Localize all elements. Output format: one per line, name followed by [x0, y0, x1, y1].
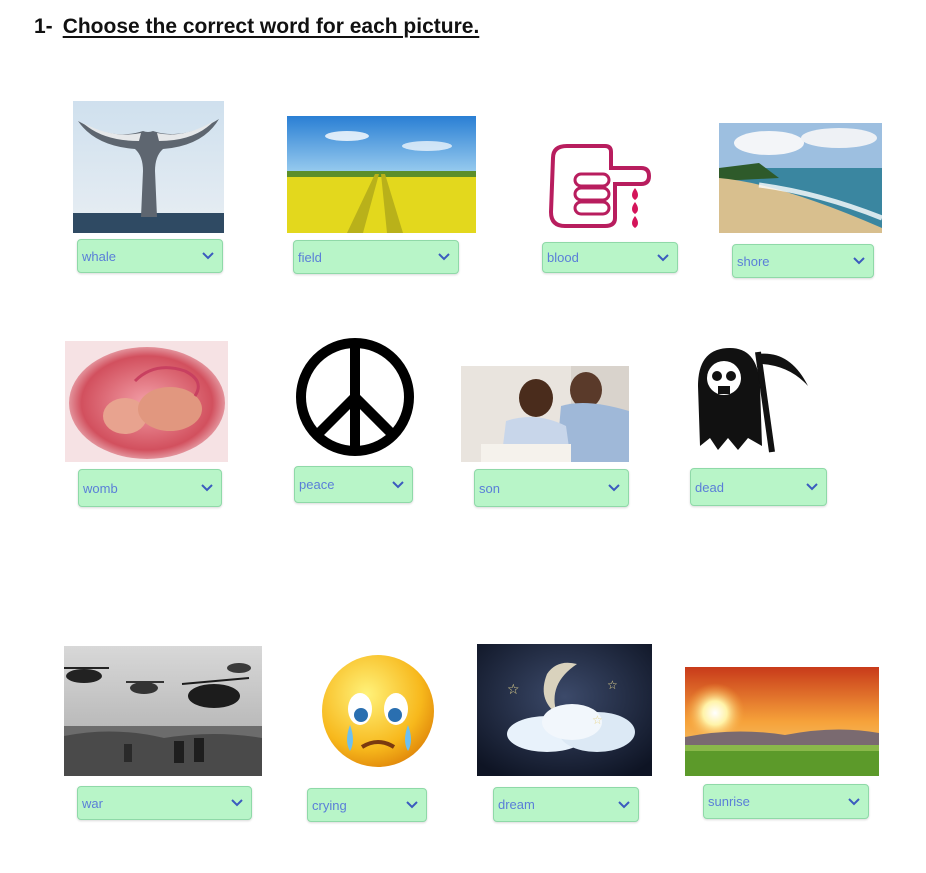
answer-select-10[interactable]: crying — [307, 788, 427, 822]
answer-select-9[interactable]: war — [77, 786, 252, 820]
field-icon — [287, 116, 476, 233]
answer-value: sunrise — [708, 794, 750, 809]
chevron-down-icon — [406, 801, 418, 809]
answer-value: son — [479, 480, 500, 496]
answer-value: womb — [83, 480, 118, 496]
svg-text:☆: ☆ — [507, 682, 520, 698]
answer-select-5[interactable]: womb — [78, 469, 222, 507]
dream-icon: ☆ ☆ ☆ — [477, 644, 652, 776]
chevron-down-icon — [201, 484, 213, 492]
answer-select-11[interactable]: dream — [493, 787, 639, 822]
answer-select-3[interactable]: blood — [542, 242, 678, 273]
chevron-down-icon — [231, 799, 243, 807]
chevron-down-icon — [438, 253, 450, 261]
peace-icon — [295, 337, 415, 457]
answer-select-1[interactable]: whale — [77, 239, 223, 273]
chevron-down-icon — [806, 483, 818, 491]
answer-select-12[interactable]: sunrise — [703, 784, 869, 819]
grim-reaper-icon — [690, 346, 810, 456]
exercise-number: 1- — [34, 15, 53, 38]
svg-text:☆: ☆ — [607, 678, 618, 692]
answer-value: dead — [695, 479, 724, 495]
chevron-down-icon — [202, 252, 214, 260]
sunrise-icon — [685, 667, 879, 776]
son-icon — [461, 366, 629, 462]
answer-select-4[interactable]: shore — [732, 244, 874, 278]
exercise-instruction: Choose the correct word for each picture… — [62, 15, 480, 38]
svg-text:☆: ☆ — [592, 713, 603, 727]
womb-icon — [65, 341, 228, 462]
exercise-heading: 1- Choose the correct word for each pictu… — [34, 15, 479, 39]
answer-value: field — [298, 249, 322, 265]
chevron-down-icon — [608, 484, 620, 492]
answer-value: whale — [82, 248, 116, 264]
shore-icon — [719, 123, 882, 233]
chevron-down-icon — [392, 480, 404, 489]
crying-emoji-icon — [318, 651, 438, 771]
blood-icon — [545, 138, 652, 233]
chevron-down-icon — [853, 257, 865, 265]
chevron-down-icon — [848, 797, 860, 806]
chevron-down-icon — [657, 253, 669, 262]
answer-select-8[interactable]: dead — [690, 468, 827, 506]
answer-value: blood — [547, 250, 579, 265]
answer-value: peace — [299, 477, 335, 492]
answer-select-7[interactable]: son — [474, 469, 629, 507]
answer-value: dream — [498, 797, 535, 812]
answer-value: crying — [312, 797, 347, 813]
whale-tail-icon — [73, 101, 224, 233]
answer-select-6[interactable]: peace — [294, 466, 413, 503]
answer-value: shore — [737, 253, 770, 269]
answer-value: war — [82, 795, 103, 811]
chevron-down-icon — [618, 800, 630, 809]
answer-select-2[interactable]: field — [293, 240, 459, 274]
war-icon — [64, 646, 262, 776]
